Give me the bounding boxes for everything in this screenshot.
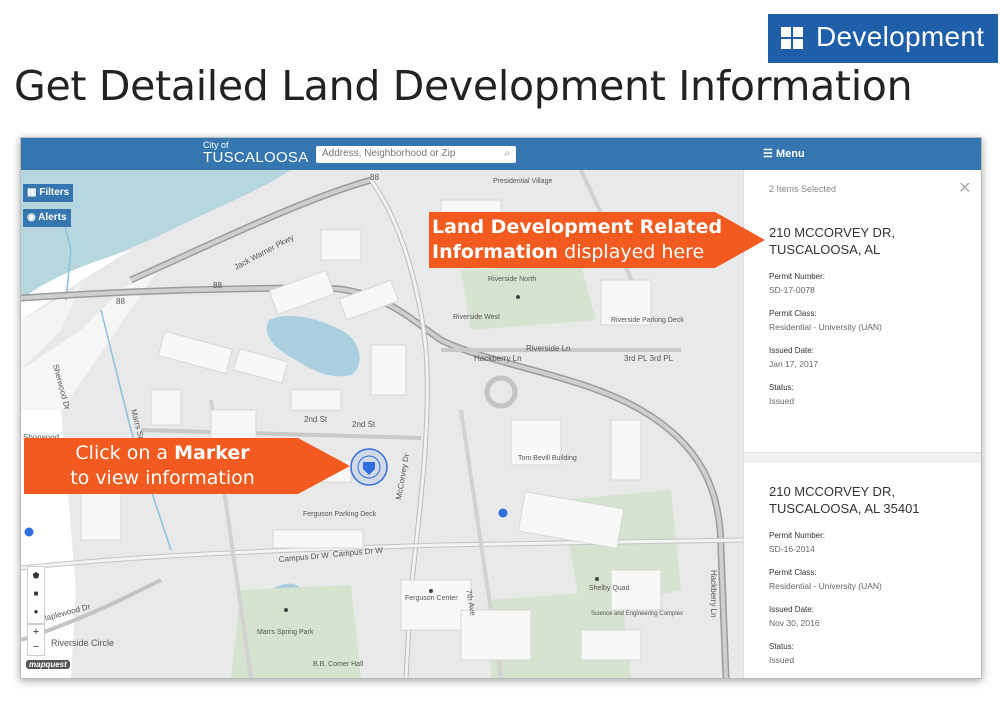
info-callout-line2: Information displayed here [432,240,712,265]
marker-callout-text: Click on a [75,442,175,464]
info-callout-bold: Information [432,241,559,263]
marker-callout-bold: Marker [174,442,250,464]
marker-callout-line2: to view information [70,467,255,489]
info-callout: Land Development Related Information dis… [432,215,723,265]
marker-callout-line1: Click on a Marker [40,441,285,466]
info-callout-rest: displayed here [558,241,705,263]
marker-callout: Click on a Marker to view information [40,441,285,491]
callout-shapes [24,212,765,494]
info-callout-line1: Land Development Related [432,216,723,238]
